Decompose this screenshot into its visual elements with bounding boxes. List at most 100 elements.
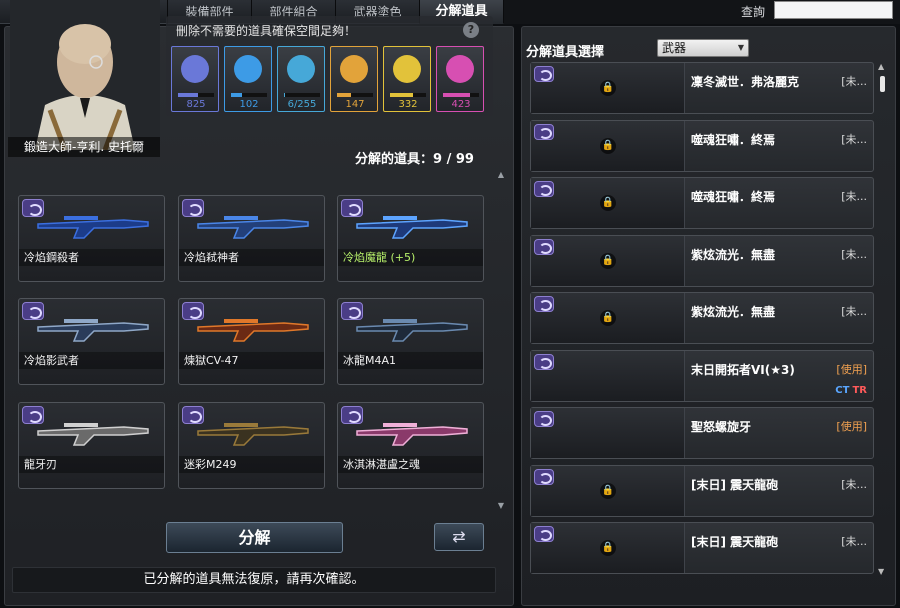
notice-text: 刪除不需要的道具確保空間足夠！ [176,24,357,38]
item-name: 煉獄CV-47 [179,352,324,369]
resource-bar [390,93,426,97]
resource-row: 825 102 6/255 147 332 423 [171,46,484,112]
shirt-icon [393,55,421,83]
decompose-badge-icon [534,66,554,82]
item-card[interactable]: 冷焰影武者 [18,298,165,385]
category-dropdown[interactable]: 武器 ▼ [657,39,749,57]
item-card[interactable]: 冷焰魔龍 (+5) [337,195,484,282]
weapon-image [197,319,309,342]
resource-2: 6/255 [277,46,325,112]
lock-icon: 🔒 [600,540,616,556]
selection-row[interactable]: 末日開拓者VI(★3) [使用] CT TR [530,349,874,402]
weapon-image: 🔒 [531,63,685,113]
item-name: 冷焰影武者 [19,352,164,369]
selection-status: [未... [841,190,867,203]
ct-tag: CT [835,384,850,396]
gear-badge-icon [234,55,262,83]
search-input[interactable] [774,1,893,19]
resource-0: 825 [171,46,219,112]
weapon-image [37,319,149,342]
selection-status: [未... [841,305,867,318]
resource-bar-fill [390,93,414,97]
weapon-image: 🔒 [531,120,685,171]
selection-name: [末日] 震天龍砲 [691,477,779,492]
weapon-image: 🔒 [531,523,685,573]
resource-value: 423 [451,99,471,110]
resource-value: 147 [345,99,365,110]
selection-name: [末日] 震天龍砲 [691,535,779,549]
decompose-badge-icon [534,468,554,485]
weapon-image [356,423,468,446]
resource-value: 332 [398,99,418,110]
scroll-down-icon[interactable]: ▼ [497,501,505,510]
scroll-down-icon[interactable]: ▼ [878,567,884,576]
resource-value: 6/255 [287,99,317,110]
selection-row[interactable]: 🔒 [末日] 震天龍砲 [未... [530,464,874,517]
character-icon [340,55,368,83]
selection-row[interactable]: 🔒 [末日] 震天龍砲 [未... [530,522,874,574]
selection-name: 聖怒螺旋牙 [691,420,752,434]
item-card[interactable]: 冷焰弒神者 [178,195,325,282]
help-icon[interactable]: ? [463,22,479,38]
item-card[interactable]: 龍牙刃 [18,402,165,489]
team-tags: CT TR [835,385,867,396]
tr-tag: TR [852,384,867,396]
decompose-badge-icon [534,238,554,255]
weapon-image: 🔒 [531,465,685,516]
document-icon [446,55,474,83]
selection-name: 凜冬滅世．弗洛麗克 [691,75,800,89]
weapon-image: 🔒 [531,293,685,343]
resource-4: 332 [383,46,431,112]
selection-status: [未... [841,247,867,261]
scroll-up-icon[interactable]: ▲ [497,170,505,179]
selection-row[interactable]: 聖怒螺旋牙 [使用] [530,407,874,459]
npc-name: 鍛造大師-亨利. 史托爾 [8,137,160,157]
resource-value: 102 [239,99,259,110]
selection-row[interactable]: 🔒 紫炫流光．無盡 [未... [530,292,874,344]
weapon-image [37,216,149,239]
weapon-image [356,319,468,342]
scroll-up-icon[interactable]: ▲ [878,62,884,71]
item-card[interactable]: 迷彩M249 [178,402,325,489]
selection-row[interactable]: 🔒 噬魂狂嘯．終焉 [未... [530,119,874,172]
selection-row[interactable]: 🔒 凜冬滅世．弗洛麗克 [未... [530,62,874,114]
warning-text: 已分解的道具無法復原，請再次確認。 [12,567,496,593]
decompose-badge-icon [534,123,554,140]
resource-bar [337,93,373,97]
weapon-image [531,408,685,458]
item-name: 冷焰鋼殺者 [19,249,164,266]
selection-row[interactable]: 🔒 紫炫流光．無盡 [未... [530,234,874,287]
selection-name: 噬魂狂嘯．終焉 [691,190,776,204]
resource-bar [231,93,267,97]
resource-bar [178,93,214,97]
selection-name: 末日開拓者VI(★3) [691,362,795,377]
search-label: 查詢 [741,5,766,19]
resource-3: 147 [330,46,378,112]
wrench-icon [287,55,315,83]
selection-row[interactable]: 🔒 噬魂狂嘯．終焉 [未... [530,177,874,229]
item-card[interactable]: 冰淇淋湛盧之魂 [337,402,484,489]
decompose-button[interactable]: 分解 [166,522,343,553]
selection-status: [使用] [836,420,867,433]
item-grid-scrollbar[interactable]: ▲ ▼ [497,170,505,510]
decompose-badge-icon [534,353,554,370]
scroll-thumb[interactable] [880,76,885,92]
item-name: 冰龍M4A1 [338,352,483,369]
selection-name: 紫炫流光．無盡 [691,305,776,319]
item-card[interactable]: 冰龍M4A1 [337,298,484,385]
weapon-image [356,216,468,239]
selection-status: [未... [841,75,867,88]
decompose-badge-icon [534,411,554,427]
item-name: 冷焰弒神者 [179,249,324,266]
item-card[interactable]: 冷焰鋼殺者 [18,195,165,282]
selection-scrollbar[interactable]: ▲ ▼ [878,62,888,576]
resource-bar-fill [337,93,352,97]
item-card[interactable]: 煉獄CV-47 [178,298,325,385]
refresh-button[interactable]: ⇄ [434,523,484,551]
decompose-badge-icon [534,181,554,197]
refresh-icon: ⇄ [452,527,466,546]
weapon-image [531,350,685,401]
resource-bar-fill [178,93,198,97]
weapon-image: 🔒 [531,178,685,228]
selection-status: [未... [841,535,867,548]
